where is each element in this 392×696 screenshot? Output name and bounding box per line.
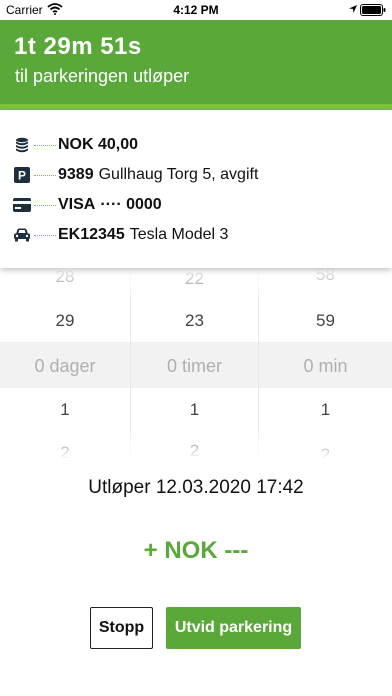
car-model: Tesla Model 3	[129, 226, 229, 243]
svg-text:P: P	[18, 169, 26, 183]
picker-option[interactable]: 1	[259, 400, 392, 420]
picker-option[interactable]: 2	[0, 443, 130, 460]
picker-option[interactable]: 22	[131, 269, 258, 289]
zone-row: P 9389 Gullhaug Torg 5, avgift	[12, 163, 258, 187]
zone-code: 9389	[58, 166, 94, 183]
amount-value: NOK 40,00	[58, 136, 139, 153]
minutes-selected[interactable]: 0 min	[259, 356, 392, 377]
picker-option[interactable]: 2	[259, 445, 392, 460]
picker-option[interactable]: 28	[0, 268, 130, 287]
expiry-text: Utløper 12.03.2020 17:42	[88, 477, 304, 498]
status-bar: Carrier 4:12 PM	[0, 0, 392, 20]
extension-price: + NOK ---	[143, 537, 249, 564]
countdown-timer: 1t 29m 51s	[14, 33, 142, 60]
vehicle-row: EK12345 Tesla Model 3	[12, 223, 228, 247]
extend-parking-button[interactable]: Utvid parkering	[166, 607, 301, 649]
car-icon	[12, 225, 32, 245]
picker-option[interactable]: 29	[0, 311, 130, 331]
picker-option[interactable]: 58	[259, 268, 392, 285]
hours-selected[interactable]: 0 timer	[131, 356, 258, 377]
zone-name: Gullhaug Torg 5, avgift	[98, 166, 259, 183]
battery-icon	[360, 4, 386, 19]
picker-option[interactable]: 59	[259, 311, 392, 331]
parking-icon: P	[12, 165, 32, 185]
stop-button[interactable]: Stopp	[90, 607, 153, 649]
picker-option[interactable]: 1	[0, 400, 130, 420]
card-type: VISA	[58, 196, 96, 213]
payment-row: VISA ···· 0000	[12, 193, 167, 217]
card-number: ···· 0000	[100, 196, 162, 213]
days-wheel[interactable]: 28 29 0 dager 1 2	[0, 268, 131, 460]
countdown-header: 1t 29m 51s til parkeringen utløper	[0, 20, 392, 110]
days-selected[interactable]: 0 dager	[0, 356, 130, 377]
amount-row: NOK 40,00	[12, 133, 143, 157]
picker-option[interactable]: 2	[131, 441, 258, 460]
picker-option[interactable]: 23	[131, 311, 258, 331]
row-connector	[34, 234, 56, 236]
duration-picker[interactable]: 28 29 0 dager 1 2 22 23 0 timer 1 2 58 5…	[0, 268, 392, 460]
minutes-wheel[interactable]: 58 59 0 min 1 2	[259, 268, 392, 460]
row-connector	[34, 204, 56, 206]
coins-icon	[12, 135, 32, 155]
license-plate: EK12345	[58, 226, 125, 243]
row-connector	[34, 174, 56, 176]
countdown-subtitle: til parkeringen utløper	[15, 66, 190, 86]
location-arrow-icon	[348, 3, 358, 17]
credit-card-icon	[12, 195, 32, 215]
parking-info-card: NOK 40,00 P 9389 Gullhaug Torg 5, avgift…	[0, 110, 392, 268]
hours-wheel[interactable]: 22 23 0 timer 1 2	[131, 268, 259, 460]
picker-option[interactable]: 1	[131, 400, 258, 420]
status-time: 4:12 PM	[173, 3, 219, 17]
row-connector	[34, 144, 56, 146]
